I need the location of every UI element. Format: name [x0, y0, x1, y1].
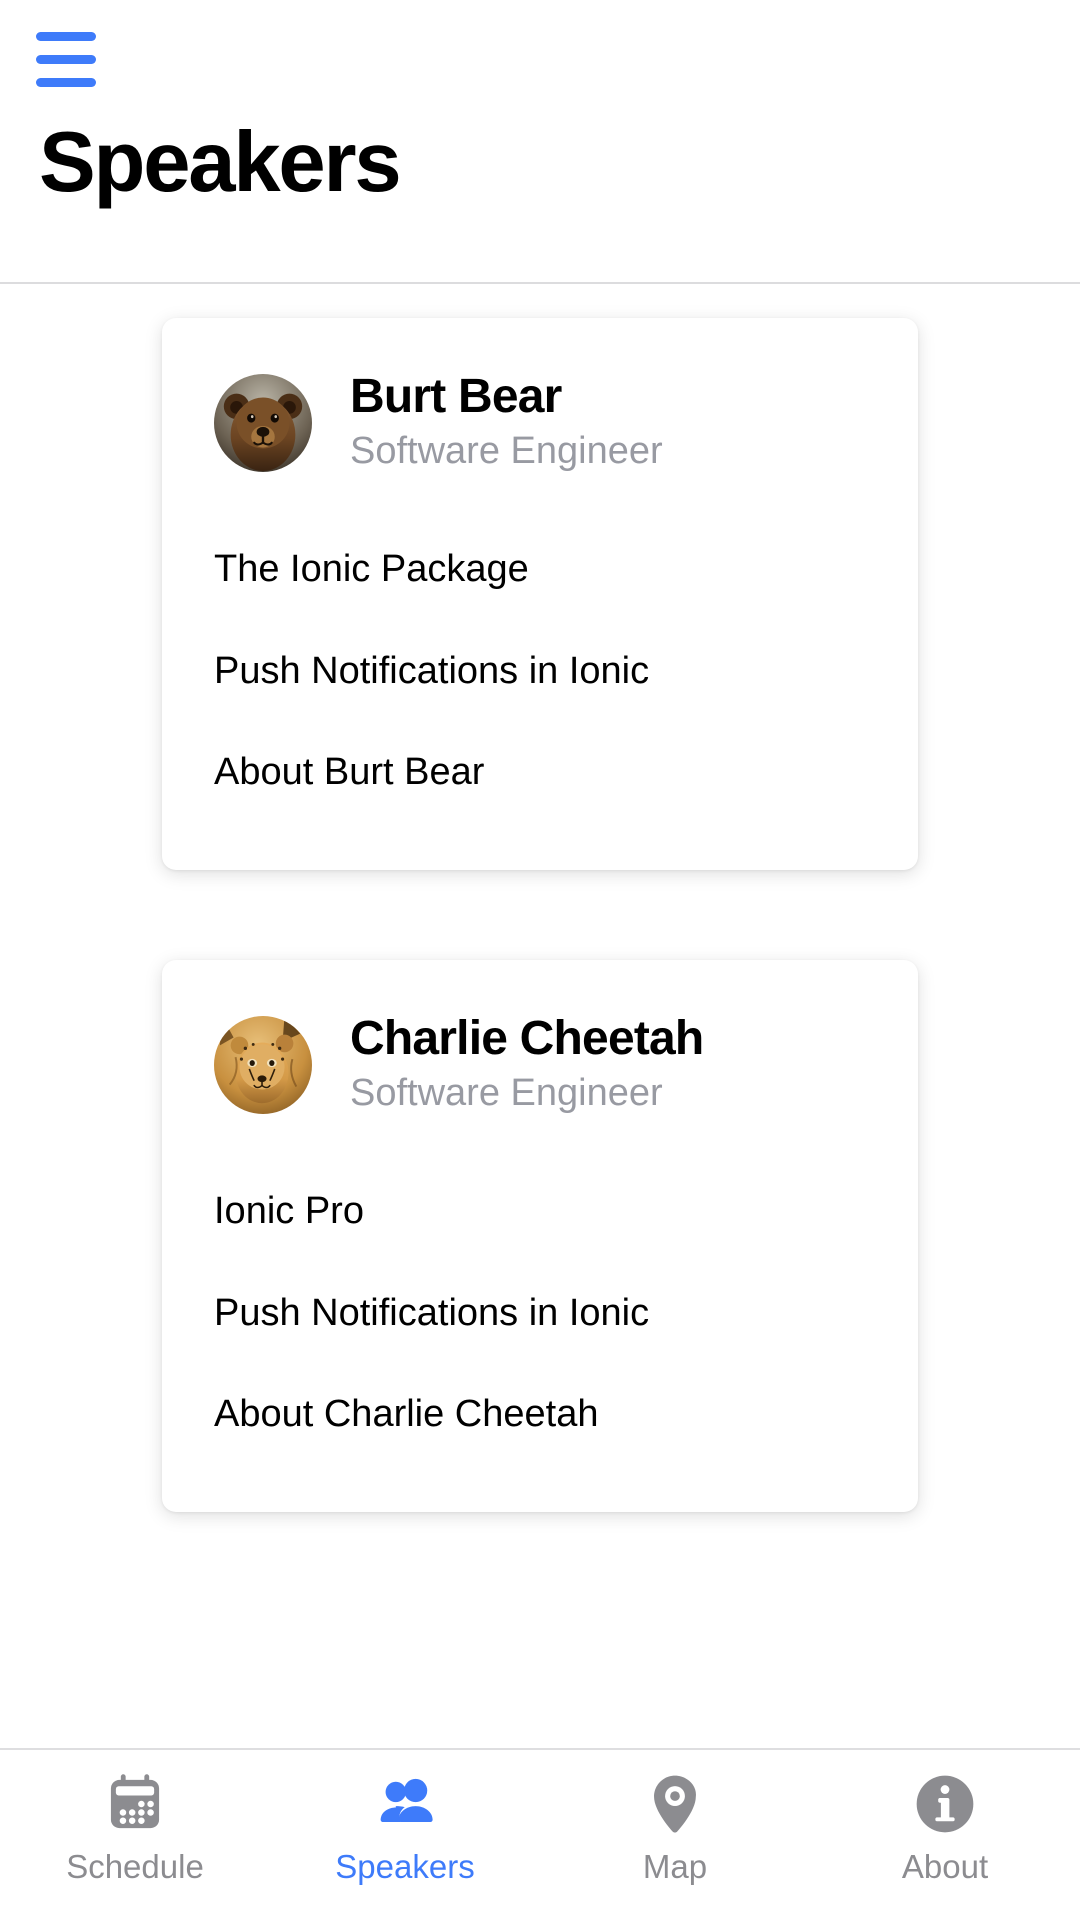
cheetah-avatar: [214, 1015, 312, 1114]
speaker-card-header: Burt Bear Software Engineer: [162, 318, 918, 475]
list-item[interactable]: About Charlie Cheetah: [162, 1364, 918, 1466]
menu-bar-bottom: [36, 77, 96, 87]
speaker-title: Software Engineer: [350, 429, 663, 472]
speaker-name: Charlie Cheetah: [350, 1012, 704, 1066]
app-screen: Speakers Burt Bear Software Engineer The…: [0, 0, 1080, 1920]
list-item[interactable]: Ionic Pro: [162, 1161, 918, 1263]
tab-about[interactable]: About: [810, 1768, 1080, 1883]
speaker-card-header: Charlie Cheetah Software Engineer: [162, 960, 918, 1117]
tab-map[interactable]: Map: [540, 1768, 810, 1883]
tab-label: About: [901, 1848, 989, 1885]
speaker-sessions: Ionic Pro Push Notifications in Ionic Ab…: [162, 1161, 918, 1466]
speaker-identity: Charlie Cheetah Software Engineer: [350, 1012, 704, 1117]
bear-avatar: [214, 373, 312, 472]
tab-label: Map: [642, 1848, 708, 1885]
menu-bar-middle: [36, 54, 96, 64]
map-pin-icon: [639, 1768, 711, 1840]
tab-label: Schedule: [66, 1848, 204, 1885]
bottom-tab-bar: Schedule Speakers Map About: [0, 1748, 1080, 1920]
list-item[interactable]: The Ionic Package: [162, 519, 918, 621]
calendar-icon: [99, 1768, 171, 1840]
speakers-list[interactable]: Burt Bear Software Engineer The Ionic Pa…: [0, 284, 1080, 1748]
tab-speakers[interactable]: Speakers: [270, 1768, 540, 1883]
tab-label: Speakers: [335, 1848, 475, 1885]
speaker-title: Software Engineer: [350, 1071, 663, 1114]
speaker-identity: Burt Bear Software Engineer: [350, 370, 663, 475]
app-header: Speakers: [0, 0, 1080, 284]
speaker-card[interactable]: Burt Bear Software Engineer The Ionic Pa…: [162, 318, 918, 871]
people-icon: [369, 1768, 441, 1840]
speaker-name: Burt Bear: [350, 370, 562, 423]
speaker-sessions: The Ionic Package Push Notifications in …: [162, 519, 918, 824]
list-item[interactable]: About Burt Bear: [162, 722, 918, 824]
speaker-card[interactable]: Charlie Cheetah Software Engineer Ionic …: [162, 960, 918, 1513]
tab-schedule[interactable]: Schedule: [0, 1768, 270, 1883]
hamburger-menu-icon[interactable]: [30, 28, 102, 90]
menu-bar-top: [36, 31, 96, 41]
list-item[interactable]: Push Notifications in Ionic: [162, 621, 918, 723]
page-title: Speakers: [39, 115, 402, 210]
info-circle-icon: [909, 1768, 981, 1840]
list-item[interactable]: Push Notifications in Ionic: [162, 1263, 918, 1365]
